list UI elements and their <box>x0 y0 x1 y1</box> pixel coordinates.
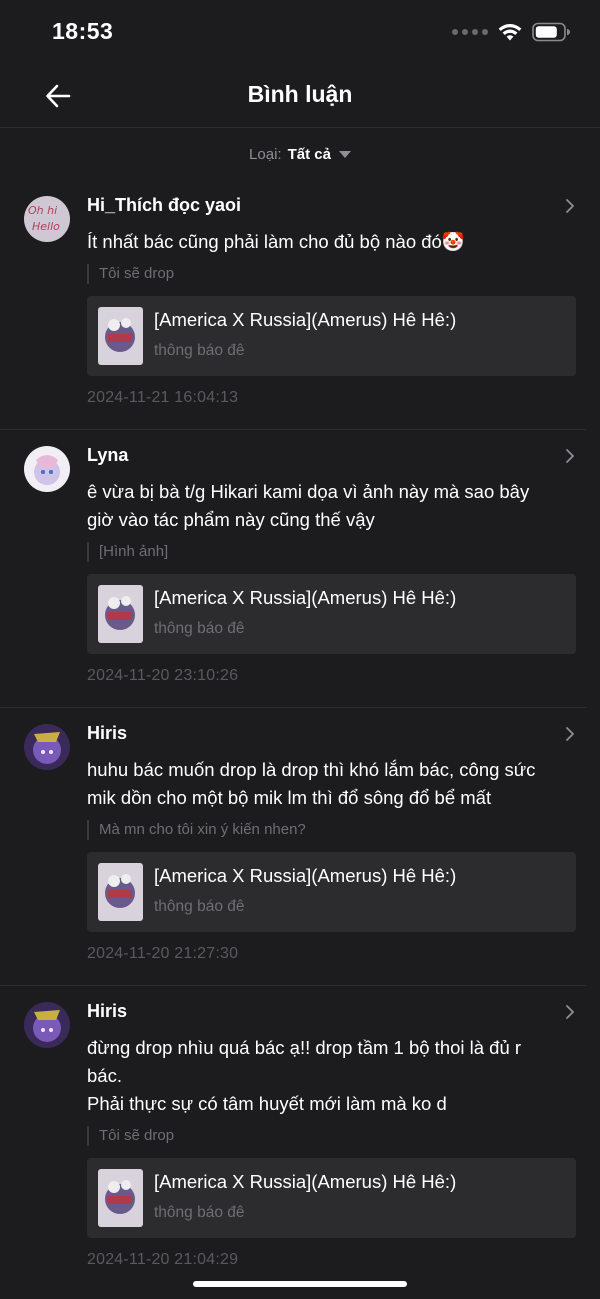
chevron-right-icon[interactable] <box>562 448 578 464</box>
comments-screen: 18:53 Bình luận Loại: Tất cả Oh hi Hello… <box>0 0 600 1299</box>
caret-down-icon <box>338 150 351 158</box>
comment-item[interactable]: Lyna ê vừa bị bà t/g Hikari kami dọa vì … <box>0 430 586 708</box>
comment-item[interactable]: Hiris huhu bác muốn drop là drop thì khó… <box>0 708 586 986</box>
avatar[interactable] <box>24 724 70 770</box>
username[interactable]: Hi_Thích đọc yaoi <box>87 192 562 218</box>
status-bar: 18:53 <box>0 0 600 64</box>
work-title: [America X Russia](Amerus) Hê Hê:) <box>154 865 457 886</box>
comment-timestamp: 2024-11-21 16:04:13 <box>87 389 239 406</box>
avatar[interactable]: Oh hi Hello <box>24 196 70 242</box>
username[interactable]: Hiris <box>87 720 562 746</box>
avatar[interactable] <box>24 1002 70 1048</box>
status-time: 18:53 <box>52 18 114 44</box>
quoted-reply: [Hình ảnh] <box>87 542 562 562</box>
filter-label: Loại: <box>249 145 282 163</box>
svg-text:Hello: Hello <box>32 220 60 233</box>
comment-text: ê vừa bị bà t/g Hikari kami dọa vì ảnh n… <box>87 481 530 530</box>
work-card[interactable]: [America X Russia](Amerus) Hê Hê:) thông… <box>87 296 576 376</box>
comment-timestamp: 2024-11-20 21:04:29 <box>87 1251 239 1268</box>
work-cover-image <box>98 307 143 365</box>
work-title: [America X Russia](Amerus) Hê Hê:) <box>154 309 457 330</box>
work-cover-image <box>98 585 143 643</box>
filter-dropdown[interactable]: Loại: Tất cả <box>0 128 600 180</box>
work-subtitle: thông báo đê <box>154 620 245 637</box>
status-icons <box>452 22 570 42</box>
work-title: [America X Russia](Amerus) Hê Hê:) <box>154 1171 457 1192</box>
comment-text: huhu bác muốn drop là drop thì khó lắm b… <box>87 759 536 808</box>
quoted-reply: Mà mn cho tôi xin ý kiến nhen? <box>87 820 562 840</box>
comment-text: đừng drop nhìu quá bác ạ!! drop tầm 1 bộ… <box>87 1037 522 1114</box>
signal-icon <box>452 29 488 35</box>
quoted-reply: Tôi sẽ drop <box>87 264 562 284</box>
comment-list: Oh hi Hello Hi_Thích đọc yaoi Ít nhất bá… <box>0 180 600 1291</box>
comment-item[interactable]: Hiris đừng drop nhìu quá bác ạ!! drop tầ… <box>0 986 586 1291</box>
nav-bar: Bình luận <box>0 64 600 128</box>
comment-timestamp: 2024-11-20 21:27:30 <box>87 945 239 962</box>
home-indicator[interactable] <box>193 1281 407 1287</box>
work-cover-image <box>98 1169 143 1227</box>
work-subtitle: thông báo đê <box>154 898 245 915</box>
wifi-icon <box>498 24 522 41</box>
quoted-reply: Tôi sẽ drop <box>87 1126 562 1146</box>
filter-value: Tất cả <box>287 145 331 163</box>
svg-text:Oh hi: Oh hi <box>28 204 57 217</box>
chevron-right-icon[interactable] <box>562 726 578 742</box>
work-cover-image <box>98 863 143 921</box>
work-card[interactable]: [America X Russia](Amerus) Hê Hê:) thông… <box>87 852 576 932</box>
username[interactable]: Lyna <box>87 442 562 468</box>
chevron-right-icon[interactable] <box>562 198 578 214</box>
avatar[interactable] <box>24 446 70 492</box>
page-title: Bình luận <box>247 81 353 107</box>
work-card[interactable]: [America X Russia](Amerus) Hê Hê:) thông… <box>87 574 576 654</box>
work-card[interactable]: [America X Russia](Amerus) Hê Hê:) thông… <box>87 1158 576 1238</box>
work-subtitle: thông báo đê <box>154 1204 245 1221</box>
comment-text: Ít nhất bác cũng phải làm cho đủ bộ nào … <box>87 231 465 252</box>
username[interactable]: Hiris <box>87 998 562 1024</box>
comment-timestamp: 2024-11-20 23:10:26 <box>87 667 239 684</box>
battery-icon <box>532 22 570 42</box>
comment-item[interactable]: Oh hi Hello Hi_Thích đọc yaoi Ít nhất bá… <box>0 180 586 430</box>
work-title: [America X Russia](Amerus) Hê Hê:) <box>154 587 457 608</box>
chevron-right-icon[interactable] <box>562 1004 578 1020</box>
work-subtitle: thông báo đê <box>154 342 245 359</box>
